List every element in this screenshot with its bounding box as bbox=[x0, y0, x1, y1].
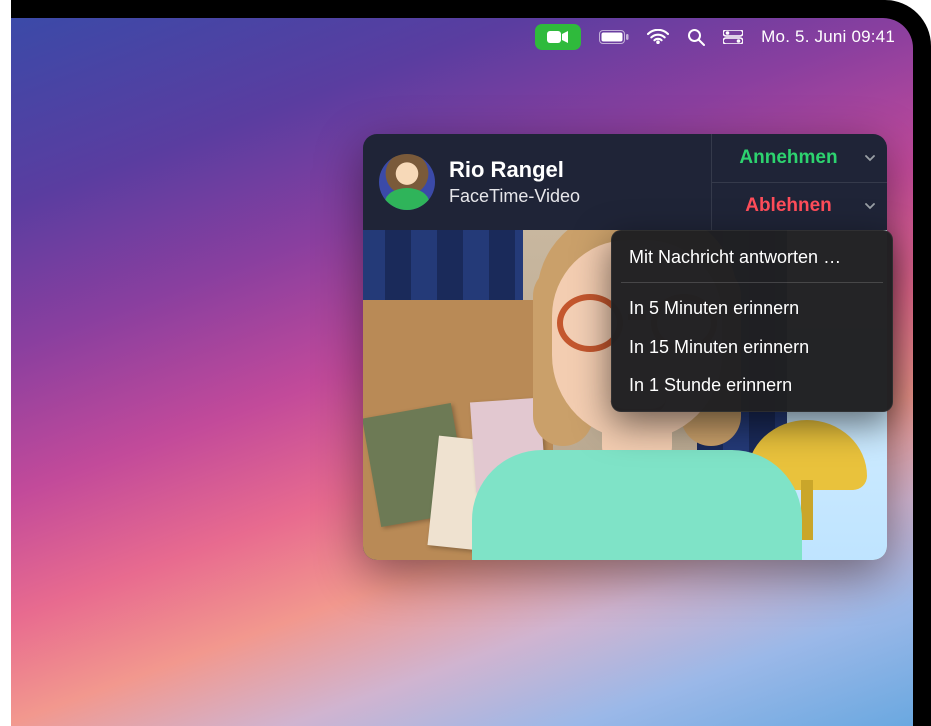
menu-separator bbox=[621, 282, 883, 283]
chevron-down-icon[interactable] bbox=[865, 199, 875, 213]
decline-options-menu: Mit Nachricht antworten … In 5 Minuten e… bbox=[611, 230, 893, 412]
desktop: Mo. 5. Juni 09:41 Rio Rangel FaceTime-Vi… bbox=[11, 18, 913, 726]
menu-bar: Mo. 5. Juni 09:41 bbox=[11, 18, 913, 56]
menu-item-remind-15min[interactable]: In 15 Minuten erinnern bbox=[611, 328, 893, 366]
notification-actions: Annehmen Ablehnen bbox=[711, 134, 887, 230]
menu-item-reply-with-message[interactable]: Mit Nachricht antworten … bbox=[611, 238, 893, 276]
spotlight-icon[interactable] bbox=[687, 28, 705, 46]
control-center-icon[interactable] bbox=[723, 30, 743, 44]
caller-name: Rio Rangel bbox=[449, 157, 580, 183]
accept-button-label: Annehmen bbox=[739, 147, 837, 169]
decline-button-label: Ablehnen bbox=[745, 195, 832, 217]
avatar bbox=[379, 154, 435, 210]
wifi-icon[interactable] bbox=[647, 29, 669, 45]
notification-header: Rio Rangel FaceTime-Video Annehmen Ableh… bbox=[363, 134, 887, 230]
chevron-down-icon[interactable] bbox=[865, 151, 875, 165]
menu-bar-clock[interactable]: Mo. 5. Juni 09:41 bbox=[761, 27, 895, 47]
decline-button[interactable]: Ablehnen bbox=[712, 182, 887, 231]
facetime-status-pill[interactable] bbox=[535, 24, 581, 50]
caller-subtitle: FaceTime-Video bbox=[449, 186, 580, 207]
caller-info: Rio Rangel FaceTime-Video bbox=[363, 134, 711, 230]
battery-icon[interactable] bbox=[599, 30, 629, 44]
facetime-notification: Rio Rangel FaceTime-Video Annehmen Ableh… bbox=[363, 134, 887, 560]
accept-button[interactable]: Annehmen bbox=[712, 134, 887, 182]
menu-item-remind-1h[interactable]: In 1 Stunde erinnern bbox=[611, 366, 893, 404]
menu-item-remind-5min[interactable]: In 5 Minuten erinnern bbox=[611, 289, 893, 327]
device-frame: Mo. 5. Juni 09:41 Rio Rangel FaceTime-Vi… bbox=[11, 0, 931, 726]
caller-text: Rio Rangel FaceTime-Video bbox=[449, 157, 580, 206]
